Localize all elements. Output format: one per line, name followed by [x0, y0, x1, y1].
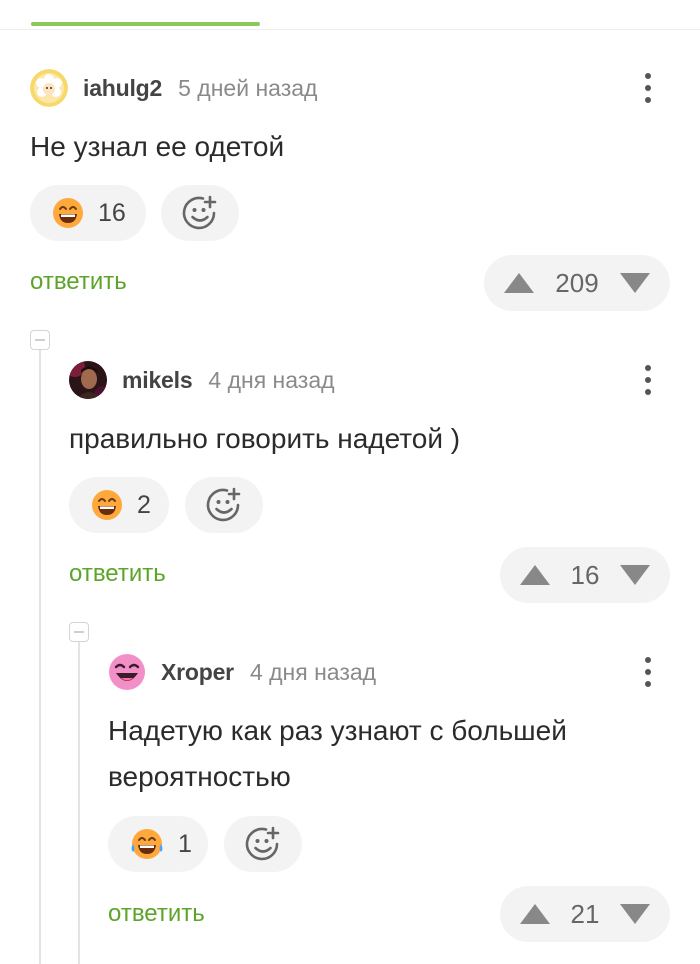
reply-link[interactable]: ответить [30, 268, 127, 296]
comment-text-line: правильно говорить надетой ) [69, 423, 461, 454]
comment-text-line: Не узнал ее одетой [30, 131, 285, 162]
rating-value: 209 [555, 267, 599, 298]
reaction-count: 2 [137, 490, 151, 519]
comment-header: iahulg2 5 дней назад [30, 68, 317, 108]
upvote-icon[interactable] [518, 563, 552, 587]
add-reaction-button[interactable] [161, 185, 239, 241]
active-tab-indicator[interactable] [31, 22, 260, 26]
flower-avatar-icon[interactable] [30, 69, 68, 107]
reaction-button[interactable]: 2 [69, 477, 169, 533]
comment-time: 4 дня назад [249, 658, 377, 685]
tears-of-joy-emoji-icon [131, 829, 163, 859]
collapse-thread-button[interactable] [69, 622, 89, 642]
grinning-emoji-icon [92, 490, 122, 520]
author-name[interactable]: Xroper [161, 659, 234, 686]
tab-strip [0, 0, 700, 30]
reply-link[interactable]: ответить [69, 560, 166, 588]
divider [0, 29, 700, 30]
grinning-emoji-icon [53, 198, 83, 228]
reply-link[interactable]: ответить [108, 900, 205, 928]
smiling-face-avatar-icon[interactable] [108, 653, 146, 691]
rating-control: 21 [500, 886, 670, 942]
reaction-button[interactable]: 16 [30, 185, 146, 241]
comment-text: Не узнал ее одетой [30, 124, 284, 170]
collapse-thread-button[interactable] [30, 330, 50, 350]
photo-avatar-icon[interactable] [69, 361, 107, 399]
reaction-button[interactable]: 1 [108, 816, 208, 872]
upvote-icon[interactable] [518, 902, 552, 926]
reaction-count: 1 [178, 829, 192, 858]
author-name[interactable]: iahulg2 [83, 75, 162, 102]
rating-value: 16 [570, 559, 600, 590]
rating-value: 21 [570, 898, 600, 929]
add-reaction-button[interactable] [224, 816, 302, 872]
add-reaction-button[interactable] [185, 477, 263, 533]
comment-header: Xroper 4 дня назад [108, 652, 376, 692]
thread-line[interactable] [78, 642, 80, 964]
comment-text-line: Надетую как раз узнают с большей [108, 715, 567, 746]
downvote-icon[interactable] [618, 563, 652, 587]
upvote-icon[interactable] [502, 271, 536, 295]
downvote-icon[interactable] [618, 271, 652, 295]
add-emoji-icon [245, 826, 280, 861]
downvote-icon[interactable] [618, 902, 652, 926]
reaction-count: 16 [98, 198, 126, 227]
comment-time: 4 дня назад [208, 366, 335, 393]
author-name[interactable]: mikels [122, 367, 193, 394]
more-options-icon[interactable] [638, 652, 658, 692]
more-options-icon[interactable] [638, 68, 658, 108]
add-emoji-icon [182, 195, 217, 230]
comment-text: правильно говорить надетой ) [69, 416, 460, 462]
more-options-icon[interactable] [638, 360, 658, 400]
add-emoji-icon [206, 487, 241, 522]
thread-line[interactable] [39, 350, 41, 964]
comment-text-line: вероятностью [108, 761, 291, 792]
rating-control: 16 [500, 547, 670, 603]
comment-time: 5 дней назад [178, 74, 318, 101]
comment-header: mikels 4 дня назад [69, 360, 335, 400]
comment-text: Надетую как раз узнают с большей вероятн… [108, 708, 567, 800]
rating-control: 209 [484, 255, 670, 311]
